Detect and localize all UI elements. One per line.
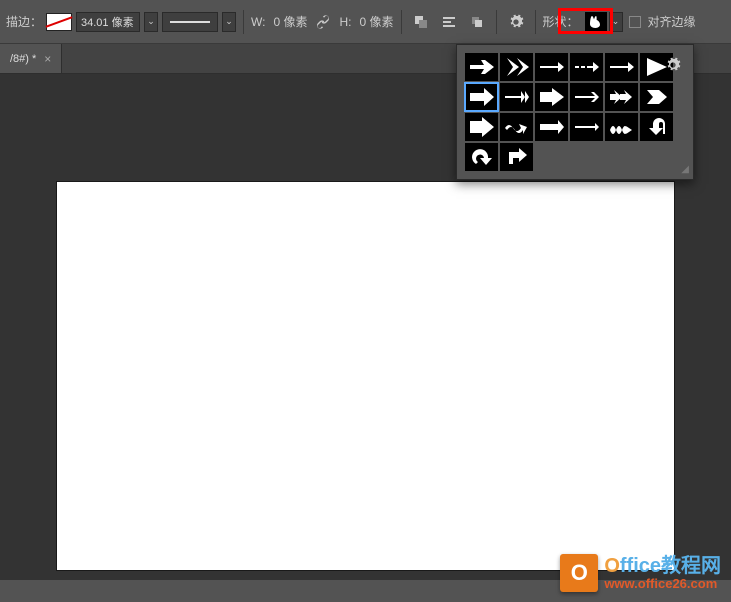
shape-arrow-thin[interactable] <box>535 53 568 81</box>
shape-grid <box>465 53 685 171</box>
shape-arrow-slim[interactable] <box>570 113 603 141</box>
watermark-line1: Office教程网 <box>604 555 721 577</box>
align-edges-checkbox[interactable] <box>629 16 641 28</box>
watermark-url: www.office26.com <box>604 576 717 591</box>
canvas[interactable] <box>57 182 674 570</box>
width-label: W: <box>251 15 265 29</box>
watermark-logo-icon: O <box>560 554 598 592</box>
arrange-icon[interactable] <box>465 10 489 34</box>
shape-wave-arrow[interactable] <box>500 113 533 141</box>
stroke-label: 描边： <box>6 13 42 30</box>
shape-caret[interactable]: ⌄ <box>609 12 623 32</box>
shape-redo-arrow[interactable] <box>465 143 498 171</box>
shape-u-turn[interactable] <box>640 113 673 141</box>
panel-menu-gear-icon[interactable] <box>661 53 685 77</box>
shape-arrow-fast[interactable] <box>605 83 638 111</box>
path-ops-icon[interactable] <box>409 10 433 34</box>
height-value[interactable]: 0 像素 <box>359 13 393 30</box>
shape-arrow-tag[interactable] <box>640 83 673 111</box>
shape-arrow-bold[interactable] <box>465 83 498 111</box>
shape-arrow-thin2[interactable] <box>570 83 603 111</box>
shape-arrow-line[interactable] <box>605 53 638 81</box>
separator <box>535 10 536 34</box>
separator <box>401 10 402 34</box>
align-edges-label: 对齐边缘 <box>648 13 696 30</box>
watermark: O Office教程网 www.office26.com <box>560 554 721 592</box>
watermark-cn: 教程网 <box>661 555 721 577</box>
shape-arrow-block[interactable] <box>535 83 568 111</box>
height-label: H: <box>339 15 351 29</box>
watermark-line2: www.office26.com <box>604 577 721 591</box>
shape-corner-arrow[interactable] <box>500 143 533 171</box>
document-tab[interactable]: /8#) * × <box>0 44 62 73</box>
watermark-ffice: ffice <box>620 555 661 577</box>
panel-resize-grip-icon[interactable]: ◢ <box>681 164 689 175</box>
shape-arrow-feather[interactable] <box>465 53 498 81</box>
stroke-style-dropdown[interactable] <box>162 12 218 32</box>
shape-label: 形状： <box>543 13 579 30</box>
options-bar: 描边： 34.01 像素 ⌄ ⌄ W: 0 像素 H: 0 像素 形状： ⌄ 对… <box>0 0 731 44</box>
stroke-size-input[interactable]: 34.01 像素 <box>76 12 140 32</box>
shape-picker-panel: ◢ <box>456 44 694 180</box>
separator <box>496 10 497 34</box>
align-icon[interactable] <box>437 10 461 34</box>
shape-arrow-fat[interactable] <box>465 113 498 141</box>
stroke-color-swatch[interactable] <box>46 13 72 31</box>
tab-close-icon[interactable]: × <box>44 52 51 66</box>
tab-title: /8#) * <box>10 53 36 65</box>
watermark-logo-letter: O <box>571 560 588 586</box>
watermark-text: Office教程网 www.office26.com <box>604 555 721 591</box>
link-wh-icon[interactable] <box>311 10 335 34</box>
shape-arrow-double-line[interactable] <box>535 113 568 141</box>
shape-chevron-right[interactable] <box>500 53 533 81</box>
watermark-o: O <box>604 555 620 577</box>
shape-squiggle[interactable] <box>605 113 638 141</box>
shape-preview-rabbit-icon <box>585 12 607 32</box>
stroke-style-caret[interactable]: ⌄ <box>222 12 236 32</box>
width-value[interactable]: 0 像素 <box>273 13 307 30</box>
shape-dropdown[interactable]: ⌄ <box>583 8 625 36</box>
shape-arrow-double-head[interactable] <box>500 83 533 111</box>
separator <box>243 10 244 34</box>
gear-icon[interactable] <box>504 10 528 34</box>
shape-arrow-dash[interactable] <box>570 53 603 81</box>
stroke-size-caret[interactable]: ⌄ <box>144 12 158 32</box>
